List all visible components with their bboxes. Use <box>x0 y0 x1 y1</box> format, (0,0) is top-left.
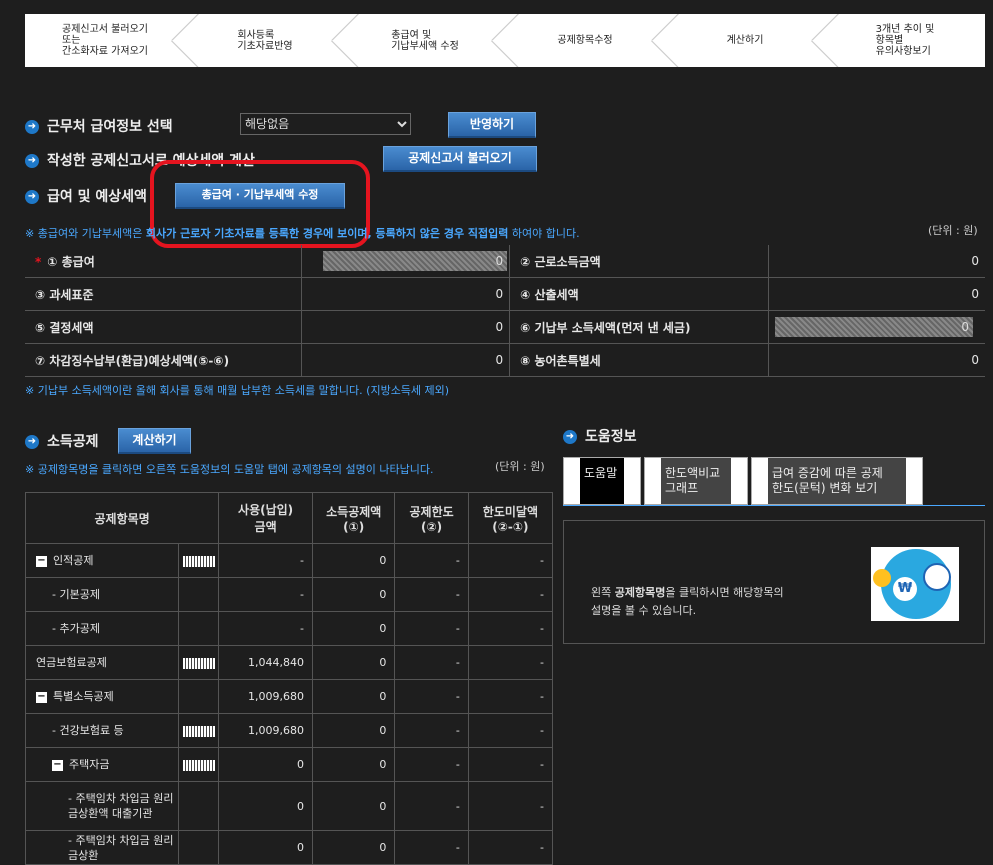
won-coin-icon: ₩ <box>893 577 917 601</box>
deduction-item-name[interactable]: - 주택임차 차입금 원리금상환액 대출기관 <box>25 781 179 831</box>
section-help-info: ➜ 도움정보 <box>563 426 637 446</box>
deduction-item-name[interactable]: - 기본공제 <box>25 577 179 612</box>
step-5[interactable]: 계산하기 <box>651 14 825 67</box>
step-1[interactable]: 공제신고서 불러오기 또는 간소화자료 가져오기 <box>25 14 185 67</box>
calculator-icon[interactable] <box>182 759 215 771</box>
calculator-icon[interactable] <box>182 555 215 567</box>
calculator-icon[interactable] <box>182 657 215 669</box>
arrow-right-icon: ➜ <box>25 154 39 168</box>
section-work-salary: ➜ 근무처 급여정보 선택 <box>25 116 173 136</box>
tab-help[interactable]: 도움말 <box>563 457 641 505</box>
collapse-icon[interactable]: − <box>36 691 47 703</box>
deduction-item-name[interactable]: − 주택자금 <box>25 747 179 782</box>
step-3[interactable]: 총급여 및 기납부세액 수정 <box>331 14 505 67</box>
unit-label: (단위 : 원) <box>928 224 978 237</box>
arrow-right-icon: ➜ <box>25 190 39 204</box>
tab-limit-graph[interactable]: 한도액비교 그래프 <box>644 457 748 505</box>
required-star: * <box>35 254 42 269</box>
step-2[interactable]: 회사등록 기초자료반영 <box>171 14 345 67</box>
prepaid-tax-field[interactable]: 0 <box>775 317 973 337</box>
table-row: - 추가공제 -0- - <box>25 611 554 646</box>
deduction-item-name[interactable]: - 주택임차 차입금 원리금상환 <box>25 830 179 865</box>
section-income-deduction: ➜ 소득공제 <box>25 431 99 451</box>
deduction-unit-label: (단위 : 원) <box>495 460 545 473</box>
total-salary-field[interactable]: 0 <box>323 251 508 271</box>
table-row: ⑤ 결정세액 0 ⑥ 기납부 소득세액(먼저 낸 세금) 0 <box>25 310 985 344</box>
deduction-table: 공제항목명 사용(납입) 금액 소득공제액 (①) 공제한도 (②) 한도미달액… <box>24 492 554 865</box>
deduction-item-name[interactable]: - 추가공제 <box>25 611 179 646</box>
table-row: − 인적공제 -0- - <box>25 543 554 578</box>
help-illustration-icon: ₩ <box>871 547 959 621</box>
tax-table: * ① 총급여 0 ② 근로소득금액 0 ③ 과세표준 0 ④ 산출세액 0 ⑤ … <box>25 245 985 377</box>
table-row: 연금보험료공제 1,044,840 0- - <box>25 645 554 680</box>
step-4[interactable]: 공제항목수정 <box>491 14 665 67</box>
table-header-row: 공제항목명 사용(납입) 금액 소득공제액 (①) 공제한도 (②) 한도미달액… <box>24 492 554 544</box>
prepaid-note: ※ 기납부 소득세액이란 올해 회사를 통해 매월 납부한 소득세를 말합니다.… <box>25 384 450 397</box>
salary-note: ※ 총급여와 기납부세액은 회사가 근로자 기초자료를 등록한 경우에 보이며,… <box>25 227 580 240</box>
deduction-table-body: − 인적공제 -0- - - 기본공제 -0- - - 추가공제 -0- - 연금보험료공제 1,04… <box>25 543 554 865</box>
table-row: * ① 총급여 0 ② 근로소득금액 0 <box>25 245 985 278</box>
load-report-button[interactable]: 공제신고서 불러오기 <box>383 146 537 172</box>
table-row: - 건강보험료 등 1,009,680 0- - <box>25 713 554 748</box>
calculator-icon[interactable] <box>182 725 215 737</box>
deduction-note: ※ 공제항목명을 클릭하면 오른쪽 도움정보의 도움말 탭에 공제항목의 설명이… <box>25 463 434 476</box>
arrow-right-icon: ➜ <box>25 120 39 134</box>
deduction-item-name[interactable]: - 건강보험료 등 <box>25 713 179 748</box>
help-text: 왼쪽 공제항목명을 클릭하시면 해당항목의 설명을 볼 수 있습니다. <box>591 586 784 617</box>
deduction-item-name[interactable]: − 특별소득공제 <box>25 679 179 714</box>
table-row: - 기본공제 -0- - <box>25 577 554 612</box>
tab-threshold-change[interactable]: 급여 증감에 따른 공제 한도(문턱) 변화 보기 <box>751 457 923 505</box>
table-row: − 특별소득공제 1,009,680 0- - <box>25 679 554 714</box>
workplace-select[interactable]: 해당없음 <box>240 113 411 135</box>
collapse-icon[interactable]: − <box>36 555 47 567</box>
table-row: ⑦ 차감징수납부(환급)예상세액(⑤-⑥) 0 ⑧ 농어촌특별세 0 <box>25 343 985 377</box>
step-6[interactable]: 3개년 추이 및 항목별 유의사항보기 <box>811 14 985 67</box>
step-bar: 공제신고서 불러오기 또는 간소화자료 가져오기 회사등록 기초자료반영 총급여… <box>25 14 985 67</box>
table-row: − 주택자금 0 0- - <box>25 747 554 782</box>
calculate-button[interactable]: 계산하기 <box>118 428 191 454</box>
help-content-box: 왼쪽 공제항목명을 클릭하시면 해당항목의 설명을 볼 수 있습니다. ₩ <box>563 520 985 644</box>
deduction-item-name[interactable]: 연금보험료공제 <box>25 645 179 680</box>
table-row: ③ 과세표준 0 ④ 산출세액 0 <box>25 277 985 311</box>
arrow-right-icon: ➜ <box>563 430 577 444</box>
deduction-item-name[interactable]: − 인적공제 <box>25 543 179 578</box>
section-salary-tax: ➜ 급여 및 예상세액 <box>25 186 147 206</box>
arrow-right-icon: ➜ <box>25 435 39 449</box>
table-row: - 주택임차 차입금 원리금상환 0 0- - <box>25 830 554 865</box>
help-tabs: 도움말 한도액비교 그래프 급여 증감에 따른 공제 한도(문턱) 변화 보기 <box>563 457 985 506</box>
table-row: - 주택임차 차입금 원리금상환액 대출기관 0 0- - <box>25 781 554 831</box>
collapse-icon[interactable]: − <box>52 759 63 771</box>
apply-button[interactable]: 반영하기 <box>448 112 536 138</box>
